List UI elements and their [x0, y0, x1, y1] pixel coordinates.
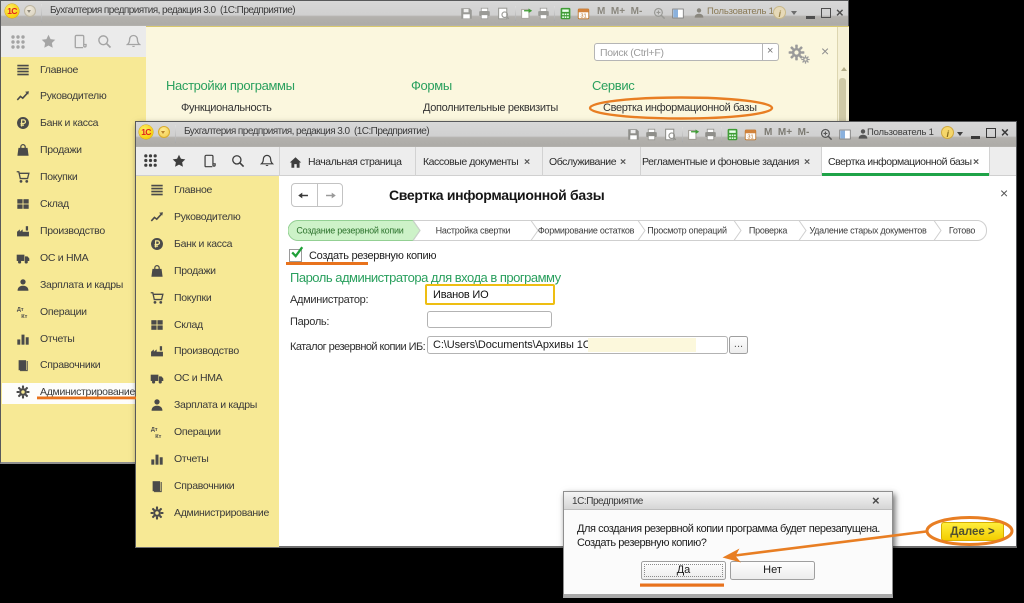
svg-text:Формирование остатков: Формирование остатков — [538, 226, 635, 236]
svg-text:Настройка свертки: Настройка свертки — [436, 226, 511, 236]
svg-text:Создание резервной копии: Создание резервной копии — [296, 226, 403, 236]
svg-text:Проверка: Проверка — [749, 226, 788, 236]
svg-text:Готово: Готово — [949, 226, 976, 236]
svg-text:Удаление старых документов: Удаление старых документов — [809, 226, 927, 236]
svg-text:Просмотр операций: Просмотр операций — [647, 226, 727, 236]
